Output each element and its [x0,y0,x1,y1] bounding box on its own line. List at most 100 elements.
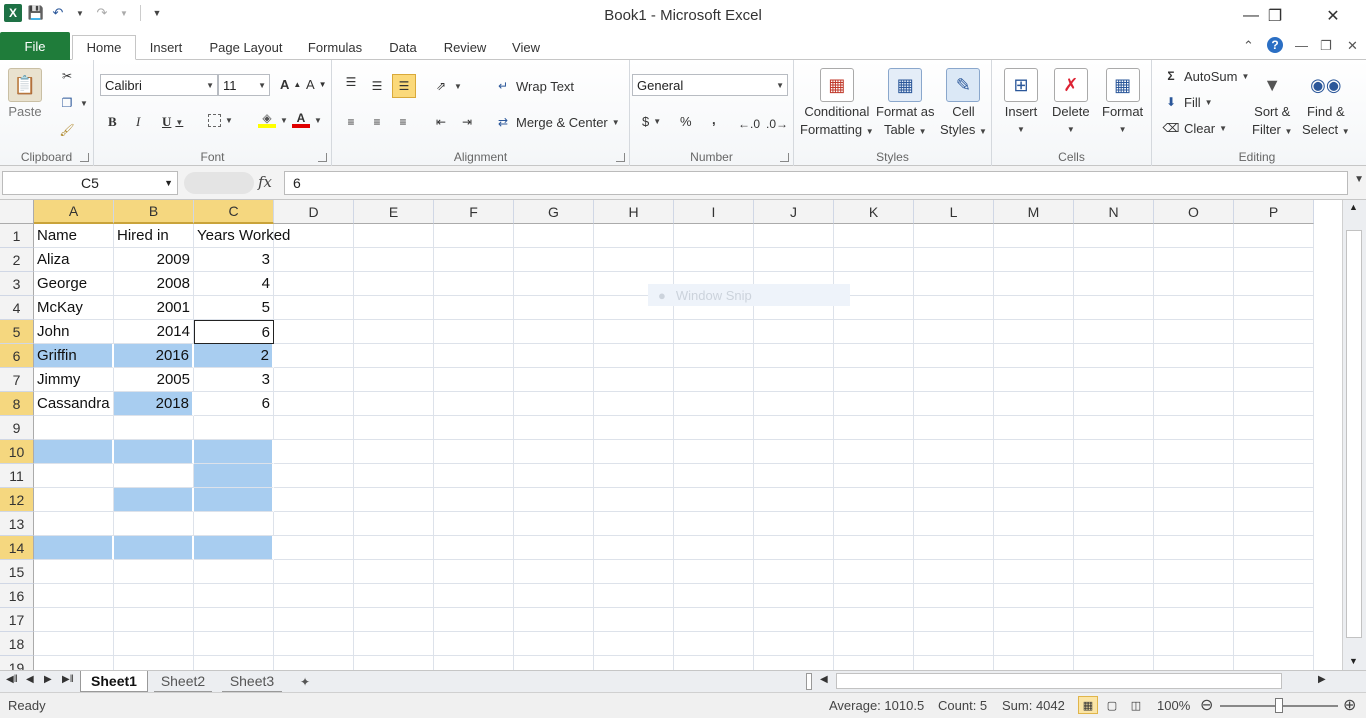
cell-k5[interactable] [834,320,914,344]
find-select-button[interactable]: ◉◉ Find & Select ▼ [1302,68,1350,140]
zoom-slider-thumb[interactable] [1275,698,1283,713]
row-header-10[interactable]: 10 [0,440,34,464]
cell-b16[interactable] [114,584,194,608]
currency-button[interactable]: $ ▼ [642,114,661,129]
cell-e13[interactable] [354,512,434,536]
column-header-a[interactable]: A [34,200,114,224]
cell-n4[interactable] [1074,296,1154,320]
cell-o6[interactable] [1154,344,1234,368]
cell-i19[interactable] [674,656,754,670]
cell-p5[interactable] [1234,320,1314,344]
cell-g3[interactable] [514,272,594,296]
cell-p18[interactable] [1234,632,1314,656]
column-header-p[interactable]: P [1234,200,1314,224]
cell-d12[interactable] [274,488,354,512]
cell-i5[interactable] [674,320,754,344]
cell-e4[interactable] [354,296,434,320]
cell-c6[interactable]: 2 [194,344,274,368]
cell-n16[interactable] [1074,584,1154,608]
cell-e12[interactable] [354,488,434,512]
cell-d16[interactable] [274,584,354,608]
format-cells-button[interactable]: ▦ Format ▼ [1102,68,1143,138]
cell-g15[interactable] [514,560,594,584]
comma-button[interactable]: , [712,112,716,127]
cell-h1[interactable] [594,224,674,248]
clear-button[interactable]: ⌫ Clear ▼ [1162,120,1227,136]
insert-cells-button[interactable]: ⊞ Insert ▼ [1004,68,1038,138]
decrease-indent-button[interactable]: ⇤ [432,114,450,130]
column-header-c[interactable]: C [194,200,274,224]
cell-k15[interactable] [834,560,914,584]
cell-e10[interactable] [354,440,434,464]
cell-c17[interactable] [194,608,274,632]
cell-c15[interactable] [194,560,274,584]
page-layout-view-icon[interactable]: ▢ [1102,696,1122,714]
cell-k19[interactable] [834,656,914,670]
cell-n6[interactable] [1074,344,1154,368]
cell-o14[interactable] [1154,536,1234,560]
column-header-o[interactable]: O [1154,200,1234,224]
cell-e9[interactable] [354,416,434,440]
cell-j13[interactable] [754,512,834,536]
cell-c4[interactable]: 5 [194,296,274,320]
cell-p19[interactable] [1234,656,1314,670]
cell-c7[interactable]: 3 [194,368,274,392]
cell-c5[interactable]: 6 [194,320,274,344]
cell-c13[interactable] [194,512,274,536]
cell-p3[interactable] [1234,272,1314,296]
cell-f10[interactable] [434,440,514,464]
cell-j14[interactable] [754,536,834,560]
cell-e1[interactable] [354,224,434,248]
cell-l11[interactable] [914,464,994,488]
prev-sheet-icon[interactable]: ◀ [26,674,34,685]
cell-i13[interactable] [674,512,754,536]
cell-a4[interactable]: McKay [34,296,114,320]
row-header-16[interactable]: 16 [0,584,34,608]
cell-o7[interactable] [1154,368,1234,392]
cell-m1[interactable] [994,224,1074,248]
workbook-restore-icon[interactable]: ❐ [1320,38,1332,54]
cell-o13[interactable] [1154,512,1234,536]
cell-e18[interactable] [354,632,434,656]
cell-j11[interactable] [754,464,834,488]
cell-p13[interactable] [1234,512,1314,536]
cell-k10[interactable] [834,440,914,464]
cell-e11[interactable] [354,464,434,488]
cell-l13[interactable] [914,512,994,536]
cell-n18[interactable] [1074,632,1154,656]
close-button[interactable]: ✕ [1310,0,1356,32]
save-icon[interactable]: 💾 [28,5,44,21]
cell-l17[interactable] [914,608,994,632]
cell-i6[interactable] [674,344,754,368]
cell-b19[interactable] [114,656,194,670]
cell-d17[interactable] [274,608,354,632]
cell-n13[interactable] [1074,512,1154,536]
clipboard-launcher-icon[interactable] [80,153,89,162]
cell-i10[interactable] [674,440,754,464]
cell-n3[interactable] [1074,272,1154,296]
cell-f4[interactable] [434,296,514,320]
cell-h15[interactable] [594,560,674,584]
cell-e5[interactable] [354,320,434,344]
cell-a19[interactable] [34,656,114,670]
cell-p1[interactable] [1234,224,1314,248]
column-header-l[interactable]: L [914,200,994,224]
cell-e16[interactable] [354,584,434,608]
cell-b6[interactable]: 2016 [114,344,194,368]
cell-e3[interactable] [354,272,434,296]
cell-m18[interactable] [994,632,1074,656]
cell-m16[interactable] [994,584,1074,608]
undo-icon[interactable]: ↶ [50,5,66,21]
cell-h10[interactable] [594,440,674,464]
cell-o2[interactable] [1154,248,1234,272]
row-header-1[interactable]: 1 [0,224,34,248]
name-box[interactable]: C5 ▼ [2,171,178,195]
cell-n5[interactable] [1074,320,1154,344]
row-header-14[interactable]: 14 [0,536,34,560]
tab-formulas[interactable]: Formulas [300,35,370,60]
cell-b13[interactable] [114,512,194,536]
cell-k11[interactable] [834,464,914,488]
cell-h5[interactable] [594,320,674,344]
cell-f15[interactable] [434,560,514,584]
formula-input[interactable]: 6 [284,171,1348,195]
